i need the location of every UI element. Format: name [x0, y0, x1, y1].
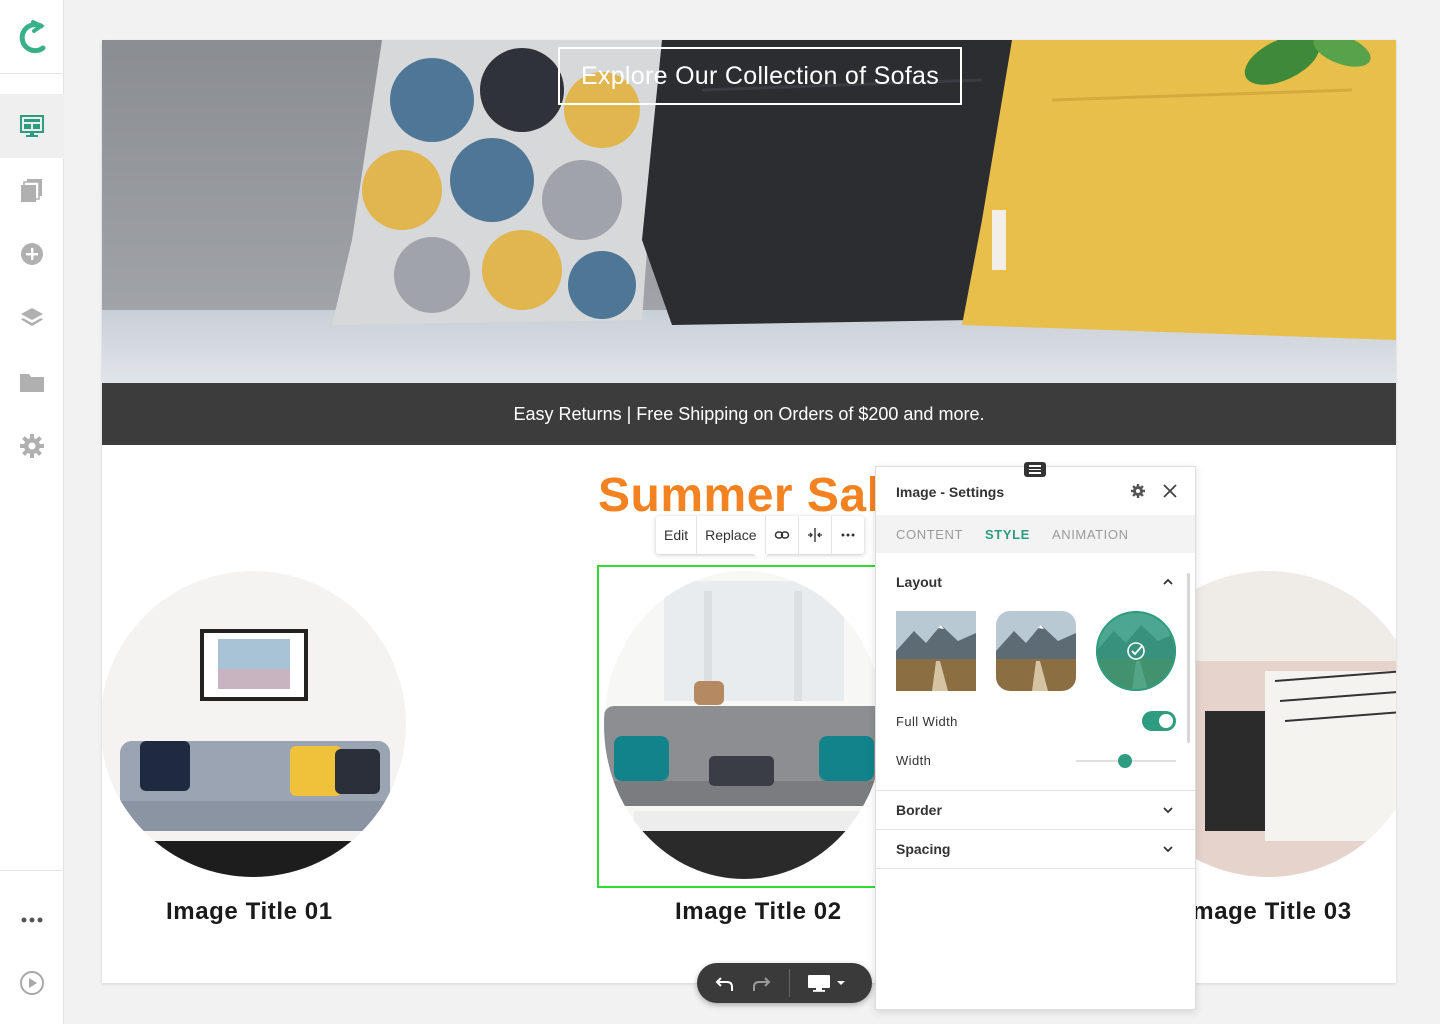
layout-option-circle-selected[interactable]: [1096, 611, 1176, 691]
panel-title: Image - Settings: [896, 484, 1005, 500]
close-icon[interactable]: [1161, 482, 1179, 500]
gear-icon[interactable]: [1130, 483, 1146, 499]
chevron-down-icon: [1163, 807, 1173, 814]
bottom-toolbar: [697, 963, 872, 1003]
more-icon: [21, 917, 43, 923]
sidebar-item-add[interactable]: [0, 222, 64, 286]
desktop-icon[interactable]: [807, 973, 831, 993]
image-card-2[interactable]: [604, 571, 884, 879]
replace-button[interactable]: Replace: [697, 516, 766, 554]
toolbar-divider: [789, 969, 790, 997]
sidebar-item-layout[interactable]: [0, 94, 64, 158]
border-section-label: Border: [896, 802, 942, 818]
image-title-2[interactable]: Image Title 02: [675, 898, 842, 926]
sidebar-item-pages[interactable]: [0, 158, 64, 222]
link-button[interactable]: [766, 516, 799, 554]
sidebar-item-files[interactable]: [0, 350, 64, 414]
panel-drag-handle[interactable]: [1024, 462, 1046, 477]
page-canvas: Explore Our Collection of Sofas Easy Ret…: [102, 40, 1396, 983]
spacing-section-header[interactable]: Spacing: [876, 830, 1195, 868]
chevron-up-icon: [1163, 578, 1173, 585]
image-card-1[interactable]: [102, 571, 406, 877]
panel-tabs: CONTENT STYLE ANIMATION: [876, 515, 1195, 553]
tab-style[interactable]: STYLE: [985, 527, 1030, 542]
pages-icon: [21, 179, 42, 202]
panel-scrollbar[interactable]: [1187, 573, 1190, 743]
redo-icon[interactable]: [751, 973, 771, 993]
tab-animation[interactable]: ANIMATION: [1052, 527, 1129, 542]
folder-icon: [20, 374, 44, 392]
full-width-toggle[interactable]: [1142, 711, 1176, 731]
caret-down-icon[interactable]: [835, 973, 847, 993]
sidebar-divider: [0, 870, 64, 871]
hero-banner[interactable]: Explore Our Collection of Sofas: [102, 40, 1396, 383]
image-title-1[interactable]: Image Title 01: [166, 898, 333, 926]
mountain-thumbnail-square: [896, 611, 976, 691]
living-room-image-1: [102, 571, 406, 877]
hero-title[interactable]: Explore Our Collection of Sofas: [558, 47, 962, 105]
image-settings-panel: Image - Settings CONTENT STYLE ANIMATION…: [875, 466, 1196, 1010]
left-sidebar: [0, 0, 64, 1024]
layers-icon: [21, 308, 43, 326]
layout-section-label: Layout: [896, 574, 942, 590]
align-button[interactable]: [799, 516, 832, 554]
sidebar-item-settings[interactable]: [0, 414, 64, 478]
living-room-image-2: [604, 571, 884, 879]
spacing-section-label: Spacing: [896, 841, 951, 857]
app-logo[interactable]: [0, 0, 64, 74]
sidebar-item-layers[interactable]: [0, 286, 64, 350]
tab-content[interactable]: CONTENT: [896, 527, 963, 542]
c-logo-icon: [19, 19, 46, 53]
gear-icon: [20, 434, 44, 458]
more-icon: [841, 533, 854, 537]
section-divider: [876, 868, 1195, 869]
promo-bar[interactable]: Easy Returns | Free Shipping on Orders o…: [102, 383, 1396, 445]
play-icon: [20, 971, 44, 995]
image-toolbar: Edit Replace: [656, 516, 864, 561]
mountain-thumbnail-rounded: [996, 611, 1076, 691]
more-options-button[interactable]: [832, 516, 864, 554]
undo-icon[interactable]: [715, 973, 735, 993]
width-label: Width: [896, 753, 932, 768]
layout-option-rounded[interactable]: [996, 611, 1076, 691]
chevron-down-icon: [1163, 846, 1173, 853]
full-width-label: Full Width: [896, 714, 958, 729]
image-title-3[interactable]: Image Title 03: [1185, 898, 1352, 926]
edit-button[interactable]: Edit: [656, 516, 698, 554]
align-icon: [807, 528, 822, 542]
mountain-thumbnail-circle: [1096, 611, 1176, 691]
add-circle-icon: [21, 243, 43, 265]
layout-option-square[interactable]: [896, 611, 976, 691]
layout-section-header[interactable]: Layout: [876, 563, 1195, 601]
sidebar-item-preview[interactable]: [0, 951, 64, 1015]
link-icon: [774, 531, 789, 539]
section-heading[interactable]: Summer Sale: [598, 468, 908, 523]
sidebar-item-more[interactable]: [0, 888, 64, 952]
border-section-header[interactable]: Border: [876, 791, 1195, 829]
width-slider-thumb[interactable]: [1118, 754, 1132, 768]
layout-icon: [20, 115, 44, 137]
